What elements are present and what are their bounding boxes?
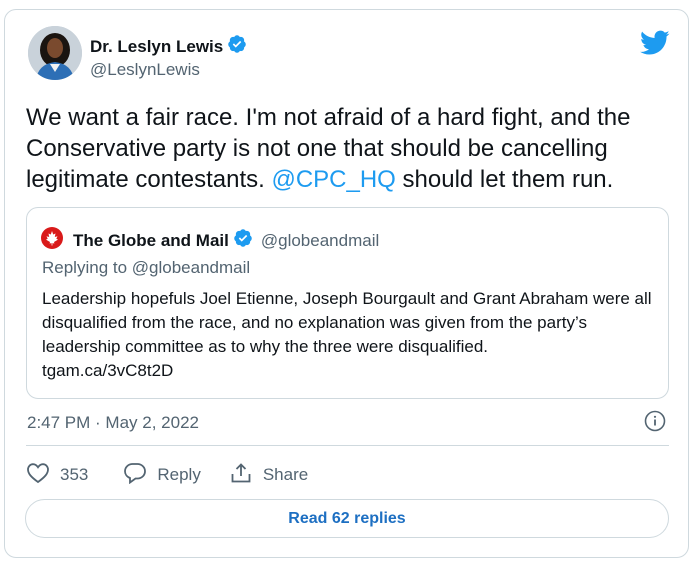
heart-icon [26,462,60,489]
twitter-bird-icon[interactable] [640,30,670,61]
like-button[interactable]: 353 [26,462,88,489]
action-bar: 353 Reply Share [26,460,308,490]
share-icon [229,462,263,489]
quoted-body: Leadership hopefuls Joel Etienne, Joseph… [42,289,652,356]
author-name[interactable]: Dr. Leslyn Lewis [90,34,247,59]
verified-badge-icon [233,228,253,253]
quoted-text: Leadership hopefuls Joel Etienne, Joseph… [42,287,662,383]
divider [26,445,669,446]
quoted-display-name[interactable]: The Globe and Mail [73,231,229,251]
author-handle[interactable]: @LeslynLewis [90,60,200,80]
reply-bubble-icon [123,462,157,489]
mention-link[interactable]: @CPC_HQ [271,166,395,193]
tweet-text-tail: should let them run. [395,166,614,193]
reply-button[interactable]: Reply [123,462,201,489]
verified-badge-icon [227,34,247,59]
reply-label: Reply [157,465,201,484]
quoted-handle[interactable]: @globeandmail [261,231,379,251]
replying-to: Replying to @globeandmail [42,258,251,277]
author-display-name[interactable]: Dr. Leslyn Lewis [90,37,223,57]
quoted-author[interactable]: The Globe and Mail @globeandmail [73,228,379,253]
avatar[interactable] [28,26,82,80]
share-label: Share [262,465,309,484]
quoted-link[interactable]: tgam.ca/3vC8t2D [42,359,662,383]
info-icon[interactable] [644,410,666,437]
quoted-tweet[interactable]: The Globe and Mail @globeandmail Replyin… [26,207,669,399]
tweet-timestamp[interactable]: 2:47 PM · May 2, 2022 [27,413,199,433]
maple-leaf-icon [41,227,63,249]
read-replies-button[interactable]: Read 62 replies [25,499,669,538]
tweet-text: We want a fair race. I'm not afraid of a… [26,102,666,195]
like-count: 353 [60,465,89,484]
share-button[interactable]: Share [229,462,308,489]
